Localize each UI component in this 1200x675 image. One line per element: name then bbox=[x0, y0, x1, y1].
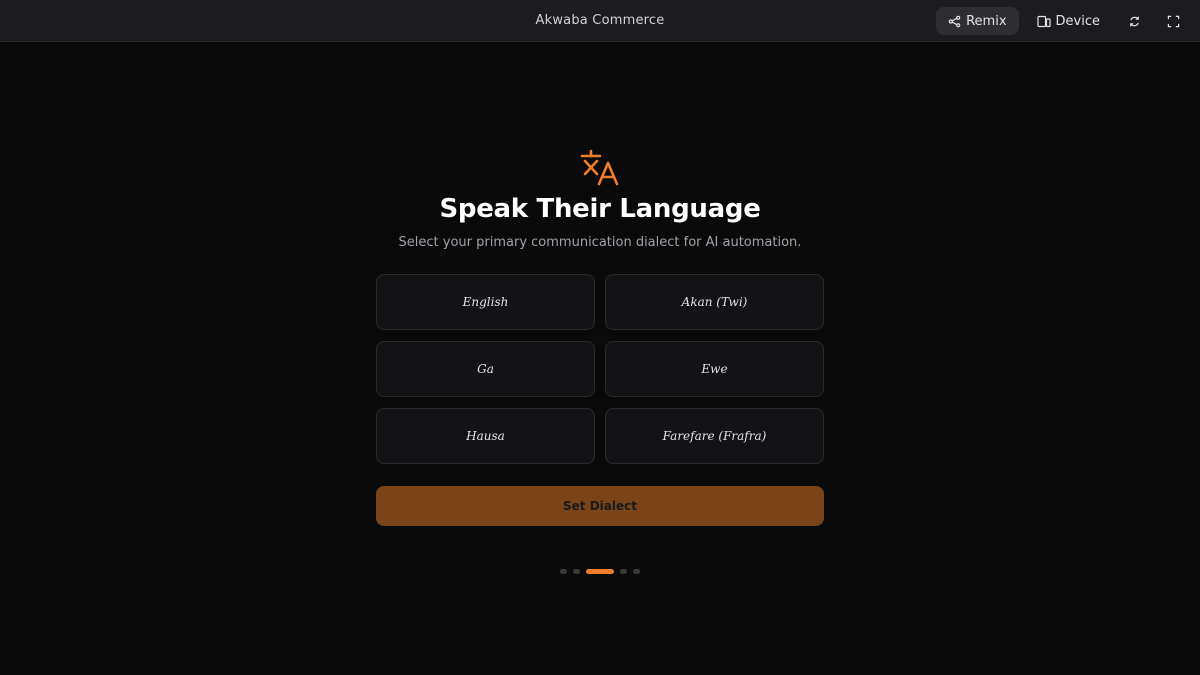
step-dot bbox=[560, 569, 567, 574]
step-dot bbox=[633, 569, 640, 574]
dialect-option-farefare[interactable]: Farefare (Frafra) bbox=[605, 408, 824, 464]
translate-icon bbox=[578, 146, 620, 186]
fullscreen-button[interactable] bbox=[1157, 7, 1190, 35]
page-title: Speak Their Language bbox=[439, 194, 761, 224]
dialect-option-akan-twi[interactable]: Akan (Twi) bbox=[605, 274, 824, 330]
dialect-options: English Akan (Twi) Ga Ewe Hausa Farefare… bbox=[376, 274, 824, 464]
top-bar: Akwaba Commerce Remix Device bbox=[0, 0, 1200, 42]
dialect-option-hausa[interactable]: Hausa bbox=[376, 408, 595, 464]
device-button[interactable]: Device bbox=[1025, 7, 1112, 35]
refresh-button[interactable] bbox=[1118, 7, 1151, 35]
page-subtitle: Select your primary communication dialec… bbox=[398, 235, 802, 250]
step-dot bbox=[573, 569, 580, 574]
devices-icon bbox=[1036, 15, 1051, 28]
dialect-option-ewe[interactable]: Ewe bbox=[605, 341, 824, 397]
fullscreen-icon bbox=[1167, 15, 1180, 28]
step-indicator bbox=[376, 569, 824, 574]
remix-label: Remix bbox=[966, 13, 1007, 29]
share-nodes-icon bbox=[948, 15, 961, 28]
step-dot bbox=[620, 569, 627, 574]
device-label: Device bbox=[1055, 13, 1100, 29]
dialect-option-english[interactable]: English bbox=[376, 274, 595, 330]
refresh-icon bbox=[1128, 15, 1141, 28]
dialect-option-ga[interactable]: Ga bbox=[376, 341, 595, 397]
set-dialect-button[interactable]: Set Dialect bbox=[376, 486, 824, 526]
remix-button[interactable]: Remix bbox=[936, 7, 1019, 35]
top-actions: Remix Device bbox=[936, 7, 1190, 35]
step-dot-active bbox=[586, 569, 614, 574]
